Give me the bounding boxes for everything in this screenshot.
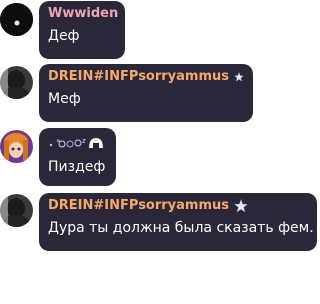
author-name[interactable]: Wwwiden (48, 6, 118, 22)
avatar-photo-icon (0, 194, 33, 227)
star-badge-icon (234, 199, 248, 213)
avatar-anime-icon (0, 130, 33, 163)
svg-text:°: ° (56, 139, 61, 149)
svg-text:z: z (82, 137, 86, 145)
avatar[interactable] (0, 3, 33, 36)
star-badge-icon (234, 72, 244, 82)
decorative-nickname-icon[interactable]: ° z (48, 133, 107, 151)
author-name[interactable]: DREIN#INFPsorryammus (48, 198, 229, 214)
avatar[interactable] (0, 66, 33, 99)
author-name[interactable]: DREIN#INFPsorryammus (48, 69, 229, 85)
message-text: Деф (48, 28, 80, 44)
avatar[interactable] (0, 130, 33, 163)
message-bubble[interactable]: Wwwiden Деф (39, 1, 125, 59)
decorative-symbols-icon: ° z (49, 137, 103, 149)
avatar-photo-icon (0, 66, 33, 99)
message-text: Дура ты должна была сказать фем. (48, 220, 314, 236)
message-bubble[interactable]: ° z Пиздеф (39, 128, 116, 186)
message-text: Меф (48, 91, 81, 107)
message-bubble[interactable]: DREIN#INFPsorryammus Меф (39, 64, 253, 122)
message-bubble[interactable]: DREIN#INFPsorryammus Дура ты должна была… (39, 193, 317, 251)
avatar-dark-icon (0, 3, 33, 36)
message-text: Пиздеф (48, 159, 106, 175)
avatar[interactable] (0, 194, 33, 227)
